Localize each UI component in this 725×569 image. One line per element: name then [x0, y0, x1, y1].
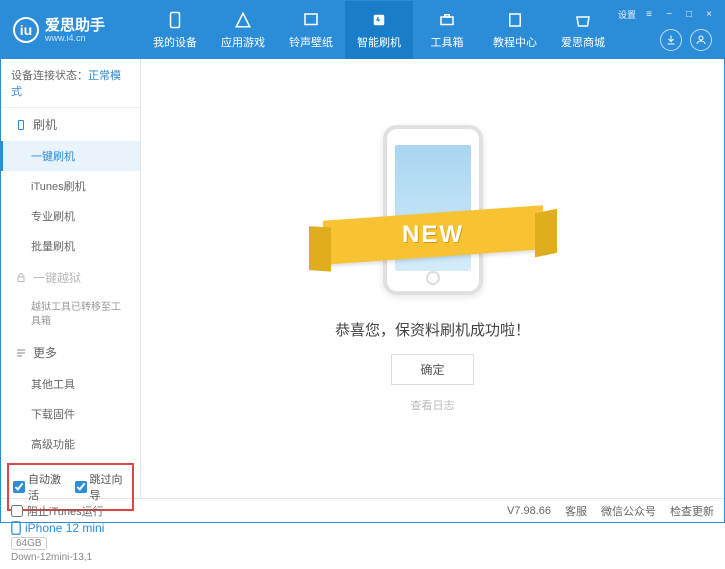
- flash-icon: [369, 10, 389, 30]
- download-button[interactable]: [660, 29, 682, 51]
- nav-apps-games[interactable]: 应用游戏: [209, 1, 277, 59]
- apps-icon: [233, 10, 253, 30]
- nav-label: 应用游戏: [221, 34, 265, 50]
- nav-label: 教程中心: [493, 34, 537, 50]
- toolbox-icon: [437, 10, 457, 30]
- device-info[interactable]: iPhone 12 mini 64GB Down-12mini-13,1: [1, 515, 140, 569]
- close-icon[interactable]: ×: [702, 7, 716, 21]
- phone-icon: [165, 10, 185, 30]
- lock-icon: [15, 272, 27, 284]
- nav-smart-flash[interactable]: 智能刷机: [345, 1, 413, 59]
- user-button[interactable]: [690, 29, 712, 51]
- device-name-row: iPhone 12 mini: [11, 521, 130, 535]
- sidebar-item-pro-flash[interactable]: 专业刷机: [1, 201, 140, 231]
- device-model: Down-12mini-13,1: [11, 552, 130, 563]
- checkbox-input[interactable]: [75, 481, 87, 493]
- menu-icon[interactable]: ≡: [642, 7, 656, 21]
- store-icon: [573, 10, 593, 30]
- sidebar: 设备连接状态：正常模式 刷机 一键刷机 iTunes刷机 专业刷机 批量刷机 一…: [1, 59, 141, 498]
- app-site: www.i4.cn: [45, 33, 105, 43]
- nav-store[interactable]: 爱思商城: [549, 1, 617, 59]
- device-name: iPhone 12 mini: [25, 521, 104, 535]
- ok-button[interactable]: 确定: [391, 354, 473, 385]
- minimize-icon[interactable]: −: [662, 7, 676, 21]
- nav-label: 智能刷机: [357, 34, 401, 50]
- checkbox-skip-guide[interactable]: 跳过向导: [75, 471, 129, 503]
- view-log-link[interactable]: 查看日志: [411, 397, 455, 413]
- nav-my-device[interactable]: 我的设备: [141, 1, 209, 59]
- group-title: 更多: [33, 344, 57, 361]
- device-capacity: 64GB: [11, 537, 47, 550]
- wechat-link[interactable]: 微信公众号: [601, 503, 656, 519]
- app-name: 爱思助手: [45, 18, 105, 33]
- group-flash[interactable]: 刷机: [1, 108, 140, 141]
- group-title: 一键越狱: [33, 269, 81, 286]
- group-title: 刷机: [33, 116, 57, 133]
- nav-tutorials[interactable]: 教程中心: [481, 1, 549, 59]
- success-message: 恭喜您，保资料刷机成功啦！: [335, 319, 530, 340]
- top-nav: 我的设备 应用游戏 铃声壁纸 智能刷机 工具箱 教程中心 爱思商城: [141, 1, 617, 59]
- list-icon: [15, 347, 27, 359]
- connection-status: 设备连接状态：正常模式: [1, 59, 140, 108]
- phone-small-icon: [15, 119, 27, 131]
- logo-area: iu 爱思助手 www.i4.cn: [1, 17, 141, 43]
- wallpaper-icon: [301, 10, 321, 30]
- maximize-icon[interactable]: □: [682, 7, 696, 21]
- ribbon-text: NEW: [402, 221, 464, 249]
- block-itunes-checkbox[interactable]: 阻止iTunes运行: [11, 503, 104, 519]
- version-label: V7.98.66: [507, 505, 551, 517]
- checkbox-label: 阻止iTunes运行: [27, 503, 104, 519]
- sidebar-item-batch-flash[interactable]: 批量刷机: [1, 231, 140, 261]
- sidebar-item-advanced[interactable]: 高级功能: [1, 429, 140, 459]
- nav-ringtones[interactable]: 铃声壁纸: [277, 1, 345, 59]
- checkbox-label: 跳过向导: [90, 471, 129, 503]
- new-ribbon: NEW: [323, 205, 543, 264]
- success-illustration: NEW: [323, 125, 543, 295]
- nav-label: 我的设备: [153, 34, 197, 50]
- book-icon: [505, 10, 525, 30]
- group-jailbreak: 一键越狱: [1, 261, 140, 294]
- app-logo-icon: iu: [13, 17, 39, 43]
- nav-label: 工具箱: [431, 34, 464, 50]
- nav-label: 铃声壁纸: [289, 34, 333, 50]
- checkbox-label: 自动激活: [28, 471, 67, 503]
- sidebar-item-download-firmware[interactable]: 下载固件: [1, 399, 140, 429]
- sidebar-item-oneclick-flash[interactable]: 一键刷机: [1, 141, 140, 171]
- window-controls: 设置 ≡ − □ ×: [618, 7, 716, 21]
- status-label: 设备连接状态：: [11, 70, 88, 82]
- sidebar-item-itunes-flash[interactable]: iTunes刷机: [1, 171, 140, 201]
- header-actions: [660, 29, 712, 51]
- checkbox-auto-activate[interactable]: 自动激活: [13, 471, 67, 503]
- title-bar: iu 爱思助手 www.i4.cn 我的设备 应用游戏 铃声壁纸 智能刷机 工具…: [1, 1, 724, 59]
- phone-graphic: [383, 125, 483, 295]
- checkbox-input[interactable]: [13, 481, 25, 493]
- sidebar-item-other-tools[interactable]: 其他工具: [1, 369, 140, 399]
- customer-service-link[interactable]: 客服: [565, 503, 587, 519]
- device-icon: [11, 521, 21, 535]
- jailbreak-note: 越狱工具已转移至工具箱: [1, 294, 140, 336]
- nav-label: 爱思商城: [561, 34, 605, 50]
- checkbox-input[interactable]: [11, 505, 23, 517]
- settings-label[interactable]: 设置: [618, 7, 636, 21]
- main-content: NEW 恭喜您，保资料刷机成功啦！ 确定 查看日志: [141, 59, 724, 498]
- check-update-link[interactable]: 检查更新: [670, 503, 714, 519]
- group-more[interactable]: 更多: [1, 336, 140, 369]
- nav-toolbox[interactable]: 工具箱: [413, 1, 481, 59]
